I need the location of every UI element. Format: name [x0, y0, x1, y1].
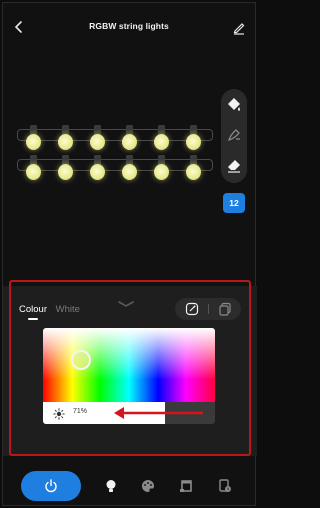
page-title: RGBW string lights [89, 21, 169, 31]
bulb-count-badge[interactable]: 12 [223, 193, 245, 213]
music-icon[interactable] [178, 478, 194, 494]
header: RGBW string lights [3, 15, 255, 39]
bulb[interactable] [25, 125, 42, 155]
schedule-icon[interactable] [217, 478, 233, 494]
power-icon [45, 479, 57, 493]
chevron-down-icon[interactable] [115, 296, 137, 307]
paint-bucket-icon[interactable] [224, 95, 244, 115]
bulb[interactable] [121, 155, 138, 185]
paint-toolbar [221, 89, 247, 183]
string-lights-preview [13, 121, 213, 197]
brightness-value: 71% [73, 408, 88, 415]
bulb-row-bottom [25, 155, 202, 185]
copy-icon[interactable] [217, 301, 233, 317]
bulb[interactable] [153, 155, 170, 185]
picker-thumb[interactable] [71, 350, 91, 370]
bulb[interactable] [57, 155, 74, 185]
eraser-icon[interactable] [224, 155, 244, 175]
annotation-arrow [114, 407, 203, 419]
bulb[interactable] [185, 155, 202, 185]
bulb[interactable] [185, 125, 202, 155]
tab-colour[interactable]: Colour [19, 304, 47, 315]
bulb-row-top [25, 125, 202, 155]
bottom-nav [3, 465, 257, 507]
edit-square-icon[interactable] [184, 301, 200, 317]
mode-toggle [175, 298, 241, 320]
tab-white[interactable]: White [56, 304, 80, 315]
brush-icon[interactable] [224, 125, 244, 145]
colour-panel: Colour White 71% [3, 286, 257, 456]
power-button[interactable] [21, 471, 81, 501]
sun-icon [53, 407, 65, 420]
palette-icon[interactable] [140, 478, 156, 494]
bulb[interactable] [121, 125, 138, 155]
bulb-icon[interactable] [103, 478, 119, 494]
edit-icon[interactable] [231, 18, 247, 36]
colour-mode-tabs: Colour White [19, 304, 80, 315]
bulb[interactable] [57, 125, 74, 155]
toggle-divider [208, 304, 209, 314]
bulb[interactable] [25, 155, 42, 185]
bulb[interactable] [153, 125, 170, 155]
bulb[interactable] [89, 125, 106, 155]
phone-screen: RGBW string lights 12 Colour White 71% [2, 2, 257, 507]
bulb[interactable] [89, 155, 106, 185]
colour-picker[interactable] [43, 328, 215, 402]
